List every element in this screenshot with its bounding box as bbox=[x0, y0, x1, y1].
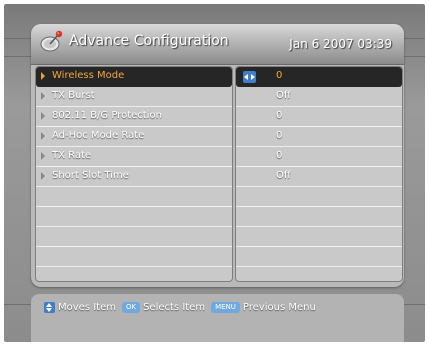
key-hints: Moves Item OK Selects Item MENU Previous Men… bbox=[44, 302, 322, 315]
value-row-wireless-mode[interactable]: 0 bbox=[236, 67, 402, 87]
setting-label: TX Rate bbox=[52, 150, 92, 161]
setting-value: 0 bbox=[276, 150, 283, 161]
value-row-adhoc-rate[interactable]: 0 bbox=[236, 127, 402, 147]
empty-row bbox=[236, 227, 402, 247]
page-title: Advance Configuration bbox=[69, 33, 229, 49]
setting-value: 0 bbox=[276, 130, 283, 141]
menu-hint: Previous Menu bbox=[242, 302, 316, 313]
setting-row-adhoc-rate[interactable]: Ad-Hoc Mode Rate bbox=[36, 127, 232, 147]
title-bar: Advance Configuration Jan 6 2007 03:39 bbox=[31, 24, 404, 65]
chevron-right-icon bbox=[41, 172, 45, 180]
tv-screen: Advance Configuration Jan 6 2007 03:39 W… bbox=[4, 4, 425, 342]
setting-value: Off bbox=[276, 90, 291, 101]
setting-row-bg-protection[interactable]: 802.11 B/G Protection bbox=[36, 107, 232, 127]
empty-row bbox=[236, 207, 402, 227]
config-panel: Advance Configuration Jan 6 2007 03:39 W… bbox=[31, 24, 404, 287]
ok-key-badge: OK bbox=[121, 302, 141, 313]
move-hint: Moves Item bbox=[58, 302, 116, 313]
setting-value: 0 bbox=[276, 70, 283, 81]
setting-label: TX Burst bbox=[52, 90, 95, 101]
setting-label: Ad-Hoc Mode Rate bbox=[52, 130, 145, 141]
value-row-tx-rate[interactable]: 0 bbox=[236, 147, 402, 167]
menu-key-badge: MENU bbox=[211, 302, 240, 313]
setting-value: Off bbox=[276, 170, 291, 181]
values-list: 0 Off 0 0 0 Off bbox=[235, 66, 403, 282]
left-right-arrows-icon[interactable] bbox=[243, 71, 256, 83]
empty-row bbox=[36, 207, 232, 227]
date-time: Jan 6 2007 03:39 bbox=[289, 37, 392, 51]
setting-value: 0 bbox=[276, 110, 283, 121]
value-row-tx-burst[interactable]: Off bbox=[236, 87, 402, 107]
empty-row bbox=[36, 227, 232, 247]
empty-row bbox=[236, 247, 402, 267]
chevron-right-icon bbox=[41, 92, 45, 100]
up-down-arrows-icon bbox=[44, 302, 55, 313]
chevron-right-icon bbox=[41, 152, 45, 160]
key-hint-bar: Moves Item OK Selects Item MENU Previous Men… bbox=[31, 294, 404, 342]
chevron-right-icon bbox=[41, 72, 45, 80]
setting-row-tx-burst[interactable]: TX Burst bbox=[36, 87, 232, 107]
setting-row-tx-rate[interactable]: TX Rate bbox=[36, 147, 232, 167]
empty-row bbox=[236, 187, 402, 207]
setting-label: Wireless Mode bbox=[52, 70, 125, 81]
setting-label: Short Slot Time bbox=[52, 170, 129, 181]
satellite-dish-icon bbox=[40, 30, 63, 52]
setting-row-wireless-mode[interactable]: Wireless Mode bbox=[36, 67, 232, 87]
value-row-short-slot[interactable]: Off bbox=[236, 167, 402, 187]
empty-row bbox=[36, 187, 232, 207]
chevron-right-icon bbox=[41, 132, 45, 140]
settings-list: Wireless Mode TX Burst 802.11 B/G Protec… bbox=[35, 66, 233, 282]
value-row-bg-protection[interactable]: 0 bbox=[236, 107, 402, 127]
setting-label: 802.11 B/G Protection bbox=[52, 110, 162, 121]
chevron-right-icon bbox=[41, 112, 45, 120]
empty-row bbox=[36, 247, 232, 267]
select-hint: Selects Item bbox=[143, 302, 206, 313]
setting-row-short-slot[interactable]: Short Slot Time bbox=[36, 167, 232, 187]
